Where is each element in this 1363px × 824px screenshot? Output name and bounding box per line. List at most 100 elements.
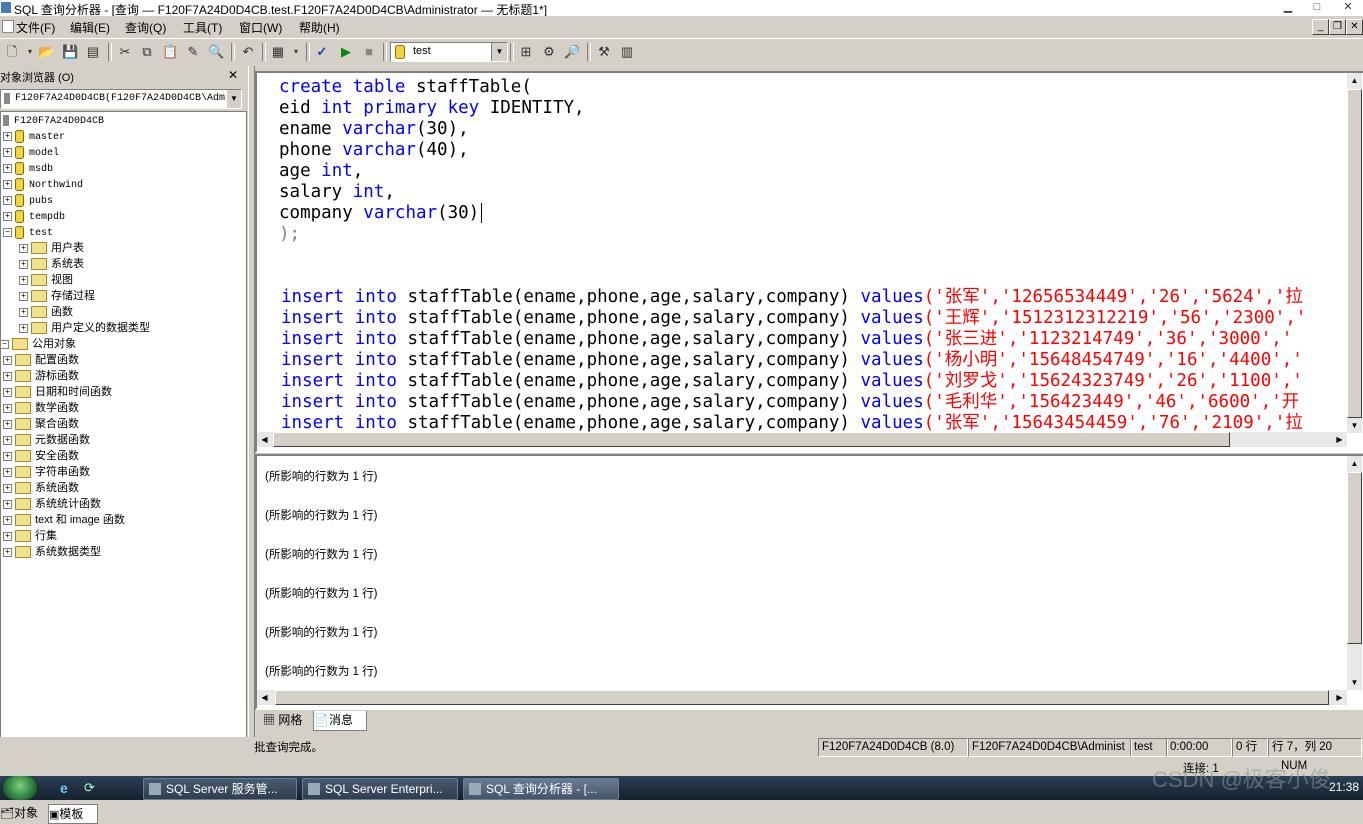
tree-node-database[interactable]: + pubs [3,192,53,208]
expand-icon[interactable]: + [3,419,12,429]
start-button[interactable] [3,776,37,800]
expand-icon[interactable]: + [3,451,12,461]
scroll-right-icon[interactable]: ▶ [1332,690,1347,705]
expand-icon[interactable]: + [3,547,12,557]
query-editor[interactable]: create table staffTable(eid int primary … [255,71,1363,453]
new-dropdown-icon[interactable]: ▾ [22,44,38,60]
expand-icon[interactable]: + [3,435,12,445]
scroll-left-icon[interactable]: ◀ [257,690,272,705]
expand-icon[interactable]: + [3,355,12,365]
object-search-icon[interactable]: 🔎 [564,44,580,60]
expand-icon[interactable]: + [19,275,28,285]
tree-node-folder[interactable]: + 存储过程 [19,288,95,304]
tree-node-database[interactable]: + model [3,144,59,160]
paste-icon[interactable]: 📋 [162,44,178,60]
execute-query-icon[interactable]: ▶ [338,44,354,60]
tree-node-function-group[interactable]: + 元数据函数 [3,432,90,448]
tree-node-function-group[interactable]: + 配置函数 [3,352,79,368]
cancel-query-icon[interactable]: ■ [361,44,377,60]
menu-edit[interactable]: 编辑(E) [70,19,110,36]
tree-node-database[interactable]: + Northwind [3,176,83,192]
editor-horizontal-scrollbar[interactable]: ◀ ▶ [257,432,1347,447]
undo-icon[interactable]: ↶ [240,44,256,60]
tree-node-server[interactable]: F120F7A24D0D4CB [3,112,104,128]
expand-icon[interactable]: + [3,147,12,157]
expand-icon[interactable]: + [3,179,12,189]
cut-icon[interactable]: ✂ [117,44,133,60]
expand-icon[interactable]: + [19,291,28,301]
ie-icon[interactable]: e [60,780,68,796]
tree-node-database[interactable]: + msdb [3,160,53,176]
close-button[interactable]: ✕ [1336,0,1360,15]
tree-node-folder[interactable]: + 用户定义的数据类型 [19,320,150,336]
expand-icon[interactable]: + [3,483,12,493]
tree-node-database[interactable]: − test [3,224,53,240]
tree-node-folder[interactable]: + 用户表 [19,240,84,256]
expand-icon[interactable]: + [19,307,28,317]
clear-window-icon[interactable]: ✎ [185,44,201,60]
menu-query[interactable]: 查询(Q) [125,19,166,36]
expand-icon[interactable]: + [3,195,12,205]
object-browser-close-icon[interactable]: ✕ [228,68,238,82]
tab-grid[interactable]: ▦ 网格 [263,711,317,730]
chevron-down-icon[interactable]: ▼ [491,43,507,61]
tree-node-function-group[interactable]: + 数学函数 [3,400,79,416]
scroll-down-icon[interactable]: ▼ [1347,675,1362,690]
tree-node-folder[interactable]: + 系统表 [19,256,84,272]
tree-node-database[interactable]: + tempdb [3,208,65,224]
tree-node-common-objects[interactable]: − 公用对象 [1,336,76,352]
expand-icon[interactable]: + [3,467,12,477]
mdi-restore-button[interactable]: ❐ [1329,19,1346,35]
new-query-icon[interactable]: 🗋 [4,44,20,60]
editor-vertical-scrollbar[interactable]: ▲ ▼ [1347,73,1362,433]
save-icon[interactable]: 💾 [62,44,78,60]
results-horizontal-scrollbar[interactable]: ◀ ▶ [257,690,1347,705]
server-select[interactable]: F120F7A24D0D4CB(F120F7A24D0D4CB\Adm ▼ [0,89,242,109]
mdi-minimize-button[interactable]: _ [1312,19,1329,35]
expand-icon[interactable]: + [3,131,12,141]
expand-icon[interactable]: + [3,403,12,413]
collapse-icon[interactable]: − [1,339,9,349]
object-browser-icon[interactable]: ⚙ [541,44,557,60]
open-icon[interactable]: 📂 [38,44,54,60]
scroll-up-icon[interactable]: ▲ [1347,73,1362,88]
splitter[interactable] [248,66,255,738]
scroll-thumb[interactable] [273,432,1230,447]
taskbar-item-service-manager[interactable]: SQL Server 服务管... [143,778,297,800]
menu-file[interactable]: 文件(F) [16,19,55,36]
quick-launch-icon[interactable]: ⟳ [84,780,95,796]
maximize-button[interactable]: □ [1305,0,1329,15]
scroll-up-icon[interactable]: ▲ [1347,456,1362,471]
tree-node-function-group[interactable]: + text 和 image 函数 [3,512,125,528]
expand-icon[interactable]: + [19,243,28,253]
database-select[interactable]: test ▼ [390,42,508,62]
scroll-down-icon[interactable]: ▼ [1347,418,1362,433]
tree-node-folder[interactable]: + 视图 [19,272,73,288]
tree-node-function-group[interactable]: + 系统函数 [3,480,79,496]
connection-properties-icon[interactable]: ⚒ [596,44,612,60]
find-icon[interactable]: 🔍 [208,44,224,60]
taskbar-item-query-analyzer[interactable]: SQL 查询分析器 - [... [463,778,619,800]
tree-node-function-group[interactable]: + 行集 [3,528,57,544]
menu-help[interactable]: 帮助(H) [299,19,340,36]
tab-templates[interactable]: ▣模板 [48,804,98,824]
tree-node-function-group[interactable]: + 安全函数 [3,448,79,464]
tree-node-function-group[interactable]: + 游标函数 [3,368,79,384]
parse-query-icon[interactable]: ✓ [314,44,330,60]
expand-icon[interactable]: + [3,515,12,525]
tree-node-folder[interactable]: + 函数 [19,304,73,320]
expand-icon[interactable]: + [3,163,12,173]
expand-icon[interactable]: + [3,371,12,381]
expand-icon[interactable]: + [19,259,28,269]
tree-node-function-group[interactable]: + 聚合函数 [3,416,79,432]
tree-node-database[interactable]: + master [3,128,65,144]
scroll-thumb[interactable] [275,690,1329,705]
tree-node-function-group[interactable]: + 日期和时间函数 [3,384,112,400]
tree-node-function-group[interactable]: + 系统统计函数 [3,496,101,512]
copy-icon[interactable]: ⧉ [139,44,155,60]
expand-icon[interactable]: + [3,499,12,509]
tree-node-function-group[interactable]: + 系统数据类型 [3,544,101,560]
taskbar-item-enterprise-manager[interactable]: SQL Server Enterpri... [302,778,458,800]
insert-template-icon[interactable]: ▤ [85,44,101,60]
menu-tools[interactable]: 工具(T) [183,19,222,36]
